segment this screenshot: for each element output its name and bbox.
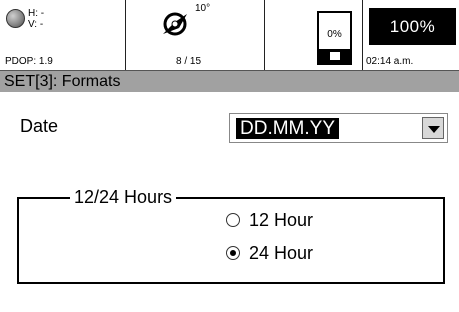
page-title: SET[3]: Formats — [4, 73, 121, 90]
status-divider — [362, 0, 363, 70]
compass-icon — [163, 12, 187, 36]
memory-card-icon: 0% — [317, 11, 352, 65]
gps-accuracy: H: - V: - — [28, 8, 44, 30]
gps-h-value: H: - — [28, 8, 45, 19]
gps-signal-icon — [6, 9, 25, 28]
battery-level: 100% — [369, 8, 456, 45]
date-format-selected: DD.MM.YY — [236, 118, 339, 139]
status-divider — [264, 0, 265, 70]
clock: 02:14 a.m. — [366, 56, 414, 67]
date-format-dropdown[interactable]: DD.MM.YY — [229, 113, 448, 143]
chevron-down-icon[interactable] — [422, 117, 444, 139]
radio-12-hour-label: 12 Hour — [249, 210, 314, 230]
radio-button[interactable] — [226, 213, 240, 227]
pdop-value: PDOP: 1.9 — [5, 56, 53, 67]
radio-button-selected[interactable] — [226, 246, 240, 260]
screen-title-bar: SET[3]: Formats — [0, 70, 459, 92]
radio-24-hour[interactable]: 24 Hour — [226, 242, 313, 264]
date-format-label: Date — [20, 116, 59, 136]
status-bar: H: - V: - PDOP: 1.9 10° 8 / 15 0% 100% 0… — [0, 0, 459, 70]
satellite-count: 8 / 15 — [176, 56, 202, 67]
radio-12-hour[interactable]: 12 Hour — [226, 209, 313, 231]
gps-v-value: V: - — [28, 19, 44, 30]
compass-degrees: 10° — [195, 3, 211, 14]
memory-usage: 0% — [327, 29, 342, 40]
time-format-legend: 12/24 Hours — [70, 185, 177, 209]
radio-24-hour-label: 24 Hour — [249, 243, 314, 263]
memory-card-slot — [319, 49, 350, 63]
status-divider — [125, 0, 126, 70]
